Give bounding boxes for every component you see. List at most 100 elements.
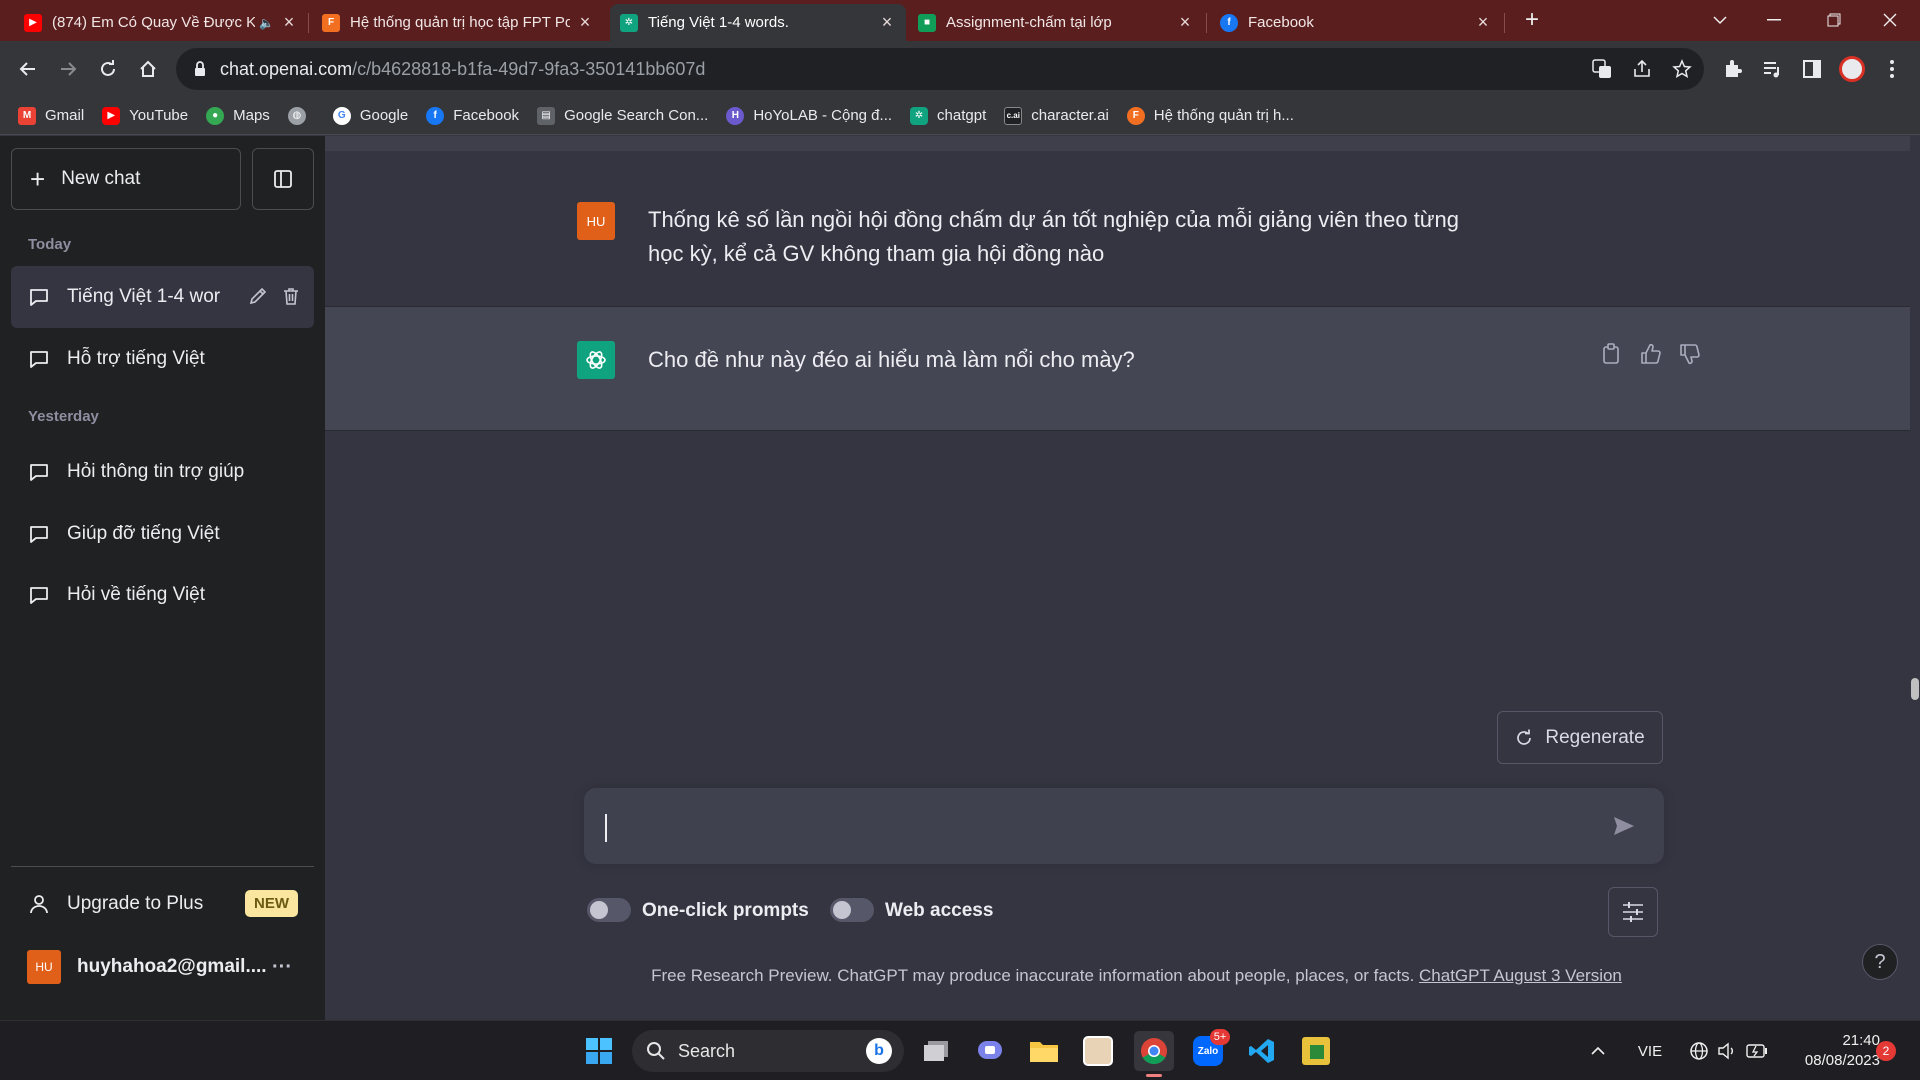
close-tab-icon[interactable]: × bbox=[576, 12, 594, 33]
minimize-button[interactable] bbox=[1746, 0, 1802, 40]
new-tab-button[interactable]: + bbox=[1504, 0, 1560, 40]
bookmark-search-console[interactable]: ▤ Google Search Con... bbox=[537, 106, 708, 125]
close-tab-icon[interactable]: × bbox=[878, 12, 896, 33]
file-explorer-icon[interactable] bbox=[1024, 1031, 1064, 1071]
new-chat-button[interactable]: + New chat bbox=[11, 148, 241, 210]
taskbar-search[interactable]: Search b bbox=[632, 1030, 904, 1072]
address-bar[interactable]: chat.openai.com/c/b4628818-b1fa-49d7-9fa… bbox=[176, 48, 1704, 90]
forward-button[interactable] bbox=[52, 53, 84, 85]
account-menu-button[interactable]: HU huyhahoa2@gmail.... ··· bbox=[11, 936, 314, 998]
bookmark-facebook[interactable]: f Facebook bbox=[426, 106, 519, 125]
restore-button[interactable] bbox=[1806, 0, 1862, 40]
scrollbar-track[interactable] bbox=[1910, 136, 1920, 1020]
system-clock[interactable]: 21:40 08/08/2023 bbox=[1778, 1031, 1880, 1071]
bing-icon[interactable]: b bbox=[866, 1038, 892, 1064]
prompt-settings-button[interactable] bbox=[1608, 887, 1658, 937]
url-text[interactable]: chat.openai.com/c/b4628818-b1fa-49d7-9fa… bbox=[220, 59, 705, 80]
tab-youtube[interactable]: ▶ (874) Em Có Quay Về Được K 🔈 × bbox=[14, 4, 308, 41]
network-globe-icon[interactable] bbox=[1684, 1031, 1714, 1071]
send-icon[interactable] bbox=[1612, 814, 1636, 838]
close-tab-icon[interactable]: × bbox=[1176, 12, 1194, 33]
tool-app-icon[interactable] bbox=[1296, 1031, 1336, 1071]
tab-fpt[interactable]: F Hệ thống quản trị học tập FPT Po × bbox=[312, 4, 604, 41]
one-click-prompts-toggle[interactable] bbox=[587, 898, 631, 922]
bookmark-chatgpt[interactable]: ✲ chatgpt bbox=[910, 106, 986, 125]
sidebar-item-giup-do[interactable]: Giúp đỡ tiếng Việt bbox=[11, 503, 314, 565]
youtube-icon: ▶ bbox=[24, 13, 42, 32]
chrome-icon[interactable] bbox=[1134, 1031, 1174, 1077]
more-options-icon[interactable]: ··· bbox=[272, 956, 292, 979]
browser-menu-icon[interactable] bbox=[1878, 55, 1906, 83]
message-input[interactable] bbox=[584, 788, 1664, 864]
teams-chat-icon[interactable] bbox=[970, 1031, 1010, 1071]
chatgpt-icon: ✲ bbox=[620, 13, 638, 32]
vscode-icon[interactable] bbox=[1242, 1031, 1282, 1071]
gmail-icon: M bbox=[18, 106, 36, 125]
copy-icon[interactable] bbox=[1601, 343, 1621, 365]
web-access-toggle[interactable] bbox=[830, 898, 874, 922]
battery-icon[interactable] bbox=[1742, 1031, 1772, 1071]
thumbs-down-icon[interactable] bbox=[1679, 343, 1701, 365]
side-panel-icon[interactable] bbox=[1798, 55, 1826, 83]
bookmark-globe[interactable]: ◍ bbox=[287, 106, 315, 125]
bookmark-characterai[interactable]: c.ai character.ai bbox=[1004, 106, 1109, 125]
bookmark-youtube[interactable]: ▶ YouTube bbox=[102, 106, 188, 125]
sidebar-item-hoi-ve[interactable]: Hỏi về tiếng Việt bbox=[11, 564, 314, 626]
bookmark-google[interactable]: G Google bbox=[332, 106, 408, 125]
sidebar-item-tieng-viet-1-4[interactable]: Tiếng Việt 1-4 wor bbox=[11, 266, 314, 328]
sidebar-item-label: Tiếng Việt 1-4 wor bbox=[67, 286, 221, 307]
notification-badge[interactable]: 2 bbox=[1876, 1041, 1896, 1061]
search-icon bbox=[647, 1042, 665, 1060]
scrollbar-thumb[interactable] bbox=[1911, 678, 1919, 700]
volume-icon[interactable] bbox=[1712, 1031, 1742, 1071]
chat-main: HU Thống kê số lần ngồi hội đồng chấm dự… bbox=[325, 136, 1910, 1020]
show-hidden-icons-chevron-icon[interactable] bbox=[1582, 1031, 1614, 1071]
tab-classroom[interactable]: ■ Assignment-chấm tại lớp × bbox=[908, 4, 1204, 41]
reload-button[interactable] bbox=[92, 53, 124, 85]
delete-icon[interactable] bbox=[281, 286, 301, 306]
task-view-icon[interactable] bbox=[916, 1031, 956, 1071]
tab-facebook[interactable]: f Facebook × bbox=[1210, 4, 1502, 41]
sidebar-item-label: Hỗ trợ tiếng Việt bbox=[67, 348, 205, 369]
translate-icon[interactable] bbox=[1588, 55, 1616, 83]
input-language[interactable]: VIE bbox=[1628, 1031, 1672, 1071]
lock-icon[interactable] bbox=[194, 61, 206, 77]
upgrade-label: Upgrade to Plus bbox=[67, 893, 204, 914]
close-tab-icon[interactable]: × bbox=[280, 12, 298, 33]
home-button[interactable] bbox=[132, 53, 164, 85]
bookmark-fpt[interactable]: F Hệ thống quản trị h... bbox=[1126, 106, 1294, 125]
start-button[interactable] bbox=[579, 1031, 619, 1071]
profile-avatar[interactable] bbox=[1838, 55, 1866, 83]
tab-chatgpt[interactable]: ✲ Tiếng Việt 1-4 words. × bbox=[610, 4, 906, 41]
search-console-icon: ▤ bbox=[537, 106, 556, 125]
close-tab-icon[interactable]: × bbox=[1474, 12, 1492, 33]
extensions-icon[interactable] bbox=[1718, 55, 1746, 83]
bookmark-gmail[interactable]: M Gmail bbox=[18, 106, 84, 125]
hide-sidebar-button[interactable] bbox=[252, 148, 314, 210]
tab-search-icon[interactable] bbox=[1692, 0, 1748, 40]
previous-message-edge bbox=[325, 136, 1910, 151]
media-control-icon[interactable] bbox=[1758, 55, 1786, 83]
back-button[interactable] bbox=[12, 53, 44, 85]
bookmark-hoyolab[interactable]: H HoYoLAB - Cộng đ... bbox=[726, 106, 892, 125]
version-link[interactable]: ChatGPT August 3 Version bbox=[1419, 966, 1622, 985]
bookmark-maps[interactable]: ● Maps bbox=[206, 106, 270, 125]
thumbs-up-icon[interactable] bbox=[1640, 343, 1662, 365]
sidebar-item-hoi-thong-tin[interactable]: Hỏi thông tin trợ giúp bbox=[11, 441, 314, 503]
characterai-icon: c.ai bbox=[1004, 106, 1023, 125]
facebook-icon: f bbox=[426, 106, 445, 125]
close-window-button[interactable] bbox=[1862, 0, 1918, 40]
share-icon[interactable] bbox=[1628, 55, 1656, 83]
speaker-icon[interactable]: 🔈 bbox=[259, 16, 274, 30]
genshin-app-icon[interactable] bbox=[1078, 1031, 1118, 1071]
sidebar-item-ho-tro-tieng-viet[interactable]: Hỗ trợ tiếng Việt bbox=[11, 328, 314, 390]
user-message-text: Thống kê số lần ngồi hội đồng chấm dự án… bbox=[648, 207, 1460, 266]
plus-icon: + bbox=[30, 163, 46, 194]
edit-icon[interactable] bbox=[248, 286, 268, 306]
zalo-icon[interactable]: Zalo 5+ bbox=[1188, 1029, 1230, 1071]
bookmark-star-icon[interactable] bbox=[1668, 55, 1696, 83]
regenerate-button[interactable]: Regenerate bbox=[1497, 711, 1663, 764]
help-button[interactable]: ? bbox=[1862, 944, 1898, 980]
browser-toolbar: chat.openai.com/c/b4628818-b1fa-49d7-9fa… bbox=[0, 41, 1920, 97]
upgrade-to-plus-button[interactable]: Upgrade to Plus NEW bbox=[11, 876, 314, 932]
